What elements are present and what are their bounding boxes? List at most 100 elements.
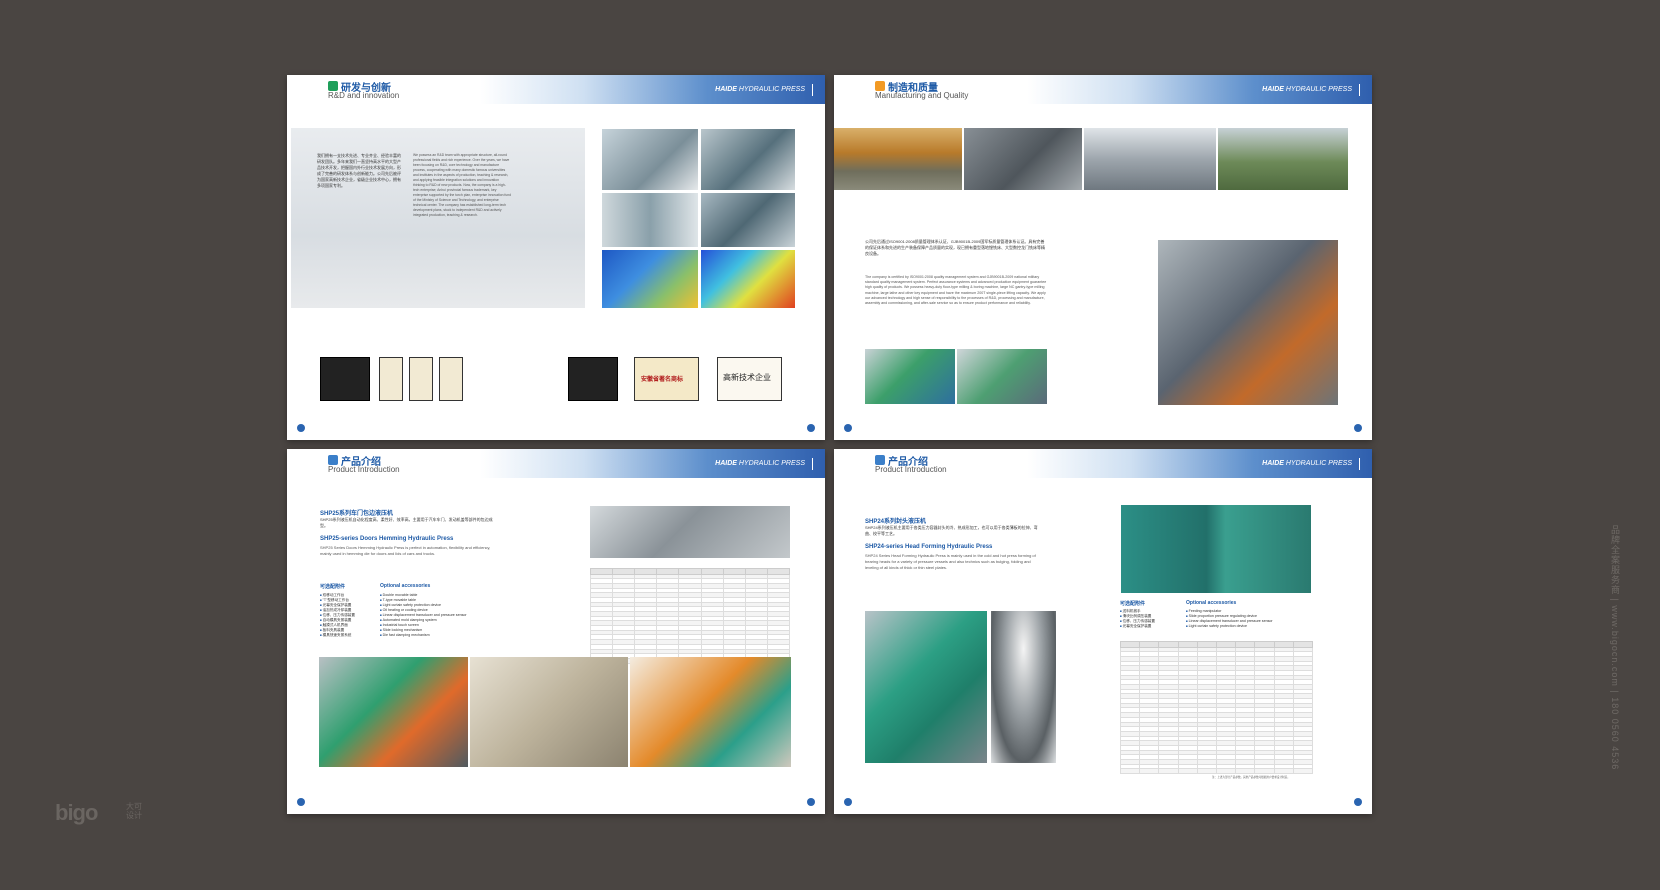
section-logo-icon xyxy=(328,455,338,465)
spread-product-shp25: 产品介绍 Product Introduction HAIDE HYDRAULI… xyxy=(287,449,825,814)
section-title-en: Product Introduction xyxy=(328,465,400,474)
spread-header: 制造和质量 Manufacturing and Quality HAIDE HY… xyxy=(834,75,1372,104)
rd-photo-cad-model xyxy=(602,250,698,308)
certificate-1 xyxy=(379,357,403,401)
accessories-title-cn: 可选配附件 xyxy=(1120,601,1146,607)
spec-table-note: 注：上述为部分产品参数，其他产品参数可根据用户要求设计制造。 xyxy=(1212,776,1290,779)
award-text-2: 高新技术企业 xyxy=(723,373,771,382)
accessories-title-en: Optional accessories xyxy=(380,583,431,589)
header-divider xyxy=(812,84,813,96)
header-divider xyxy=(1359,84,1360,96)
product-desc-cn: SHP25系列液压机自动化程度高、柔性好、效率高，主要用于汽车车门、发动机盖等部… xyxy=(320,517,493,528)
certificate-fan-1 xyxy=(320,357,370,401)
rd-photo-team xyxy=(701,193,795,247)
accessory-item: Die fast clamping mechanism xyxy=(380,633,500,638)
product-photo-dish-heads xyxy=(991,611,1056,763)
product-photo-press-line-1 xyxy=(319,657,468,767)
quality-text-en: The company is certified by ISO9001:2008… xyxy=(865,275,1047,306)
factory-photo-lathe xyxy=(1218,128,1348,190)
rd-text-cn: 我们拥有一支技术先进、专业齐全、经验丰富的研发团队。多年来我们一直坚持高水平的大… xyxy=(317,153,401,188)
spec-cell xyxy=(1235,768,1256,775)
page-number-icon xyxy=(1354,424,1362,432)
brand-name: HAIDE HYDRAULIC PRESS xyxy=(715,460,805,467)
watermark-logo-cn: 大可设计 xyxy=(126,802,142,820)
accessories-list-en: Feeding manipulatorSlide proportion pres… xyxy=(1186,609,1316,629)
page-number-icon xyxy=(844,424,852,432)
spread-product-shp24: 产品介绍 Product Introduction HAIDE HYDRAULI… xyxy=(834,449,1372,814)
accessory-item: 模具快速夹紧系统 xyxy=(320,633,378,638)
accessories-list-en: Double movable tableT-type movable table… xyxy=(380,593,500,638)
product-desc-en: SHP24 Series Head Forming Hydraulic Pres… xyxy=(865,553,1036,570)
section-title-en: Manufacturing and Quality xyxy=(875,91,969,100)
rd-photo-office xyxy=(602,129,698,190)
page-number-icon xyxy=(844,798,852,806)
accessories-title-en: Optional accessories xyxy=(1186,600,1237,606)
factory-photo-assembly xyxy=(957,349,1047,404)
product-title-en: SHP24-series Head Forming Hydraulic Pres… xyxy=(865,544,993,550)
page-number-icon xyxy=(297,798,305,806)
spec-cell xyxy=(1158,768,1179,775)
spread-manufacturing-quality: 制造和质量 Manufacturing and Quality HAIDE HY… xyxy=(834,75,1372,440)
rd-photo-cabinet xyxy=(602,193,698,247)
spread-header: 产品介绍 Product Introduction HAIDE HYDRAULI… xyxy=(287,449,825,478)
product-desc-en: SHP25 Series Doors Hemming Hydraulic Pre… xyxy=(320,545,491,556)
product-photo-press-line-2 xyxy=(470,657,628,767)
spec-cell xyxy=(1119,768,1141,775)
spec-cell xyxy=(1215,768,1237,775)
spread-rd-innovation: 研发与创新 R&D and innovation HAIDE HYDRAULIC… xyxy=(287,75,825,440)
award-text-1: 安徽省著名商标 xyxy=(641,377,684,383)
factory-photo-large-press xyxy=(1158,240,1338,405)
factory-photo-frame xyxy=(964,128,1082,190)
spec-cell xyxy=(1254,768,1275,775)
accessories-list-cn: 送料机械手滑块比例调压装置位移、压力传感装置光幕安全保护装置 xyxy=(1120,609,1182,629)
brand-name: HAIDE HYDRAULIC PRESS xyxy=(1262,86,1352,93)
section-title-en: Product Introduction xyxy=(875,465,947,474)
quality-text-cn: 公司先后通过ISO9001:2008质量管理体系认证、GJB9001B-2009… xyxy=(865,239,1045,256)
spec-cell xyxy=(1177,768,1198,775)
spec-cell xyxy=(1139,768,1160,775)
accessory-item: Light curtain safety protection device xyxy=(1186,624,1316,629)
spread-header: 产品介绍 Product Introduction HAIDE HYDRAULI… xyxy=(834,449,1372,478)
watermark-contact: 品牌全案服务商 | www.bigocn.com | 180 0560 4536 xyxy=(1610,525,1620,771)
factory-photo-press-green xyxy=(865,349,955,404)
section-logo-icon xyxy=(328,81,338,91)
award-plaque-famous-trademark: 安徽省著名商标 xyxy=(634,357,699,401)
accessories-list-cn: 双移动工作台"T"型移动工作台光幕安全保护装置油加热或冷却装置位移、压力传感装置… xyxy=(320,593,378,638)
product-photo-hemming-die xyxy=(590,506,790,558)
section-title-en: R&D and innovation xyxy=(328,91,400,100)
product-title-en: SHP25-series Doors Hemming Hydraulic Pre… xyxy=(320,536,454,542)
factory-photo-crane xyxy=(834,128,962,190)
header-divider xyxy=(812,458,813,470)
page-number-icon xyxy=(1354,798,1362,806)
brand-name: HAIDE HYDRAULIC PRESS xyxy=(1262,460,1352,467)
certificate-2 xyxy=(409,357,433,401)
watermark-logo: bigo xyxy=(55,800,98,825)
product-photo-press-line-3 xyxy=(630,657,791,767)
spec-cell xyxy=(1273,768,1294,775)
product-photo-head-press xyxy=(865,611,987,763)
product-photo-press-pair xyxy=(1121,505,1311,593)
award-plaque-high-tech: 高新技术企业 xyxy=(717,357,782,401)
product-desc-cn: SHP24系列液压机主要用于各类压力容器封头的冷、热成形加工，也可以用于各类薄板… xyxy=(865,525,1038,536)
spec-table xyxy=(1119,641,1314,775)
page-number-icon xyxy=(807,424,815,432)
certificate-3 xyxy=(439,357,463,401)
spread-header: 研发与创新 R&D and innovation HAIDE HYDRAULIC… xyxy=(287,75,825,104)
header-divider xyxy=(1359,458,1360,470)
spec-cell xyxy=(1292,768,1314,775)
accessory-item: 光幕安全保护装置 xyxy=(1120,624,1182,629)
page-number-icon xyxy=(807,798,815,806)
page-number-icon xyxy=(297,424,305,432)
spec-cell xyxy=(1196,768,1217,775)
table-row xyxy=(1119,768,1314,775)
rd-text-en: We possess an R&D team with appropriate … xyxy=(413,153,511,217)
product-title-cn: SHP25系列车门包边液压机 xyxy=(320,511,394,517)
product-title-cn: SHP24系列封头液压机 xyxy=(865,519,927,525)
section-logo-icon xyxy=(875,81,885,91)
section-logo-icon xyxy=(875,455,885,465)
spec-table xyxy=(589,568,791,664)
rd-photo-meeting xyxy=(701,129,795,190)
certificate-fan-2 xyxy=(568,357,618,401)
brand-name: HAIDE HYDRAULIC PRESS xyxy=(715,86,805,93)
factory-photo-gantry xyxy=(1084,128,1216,190)
